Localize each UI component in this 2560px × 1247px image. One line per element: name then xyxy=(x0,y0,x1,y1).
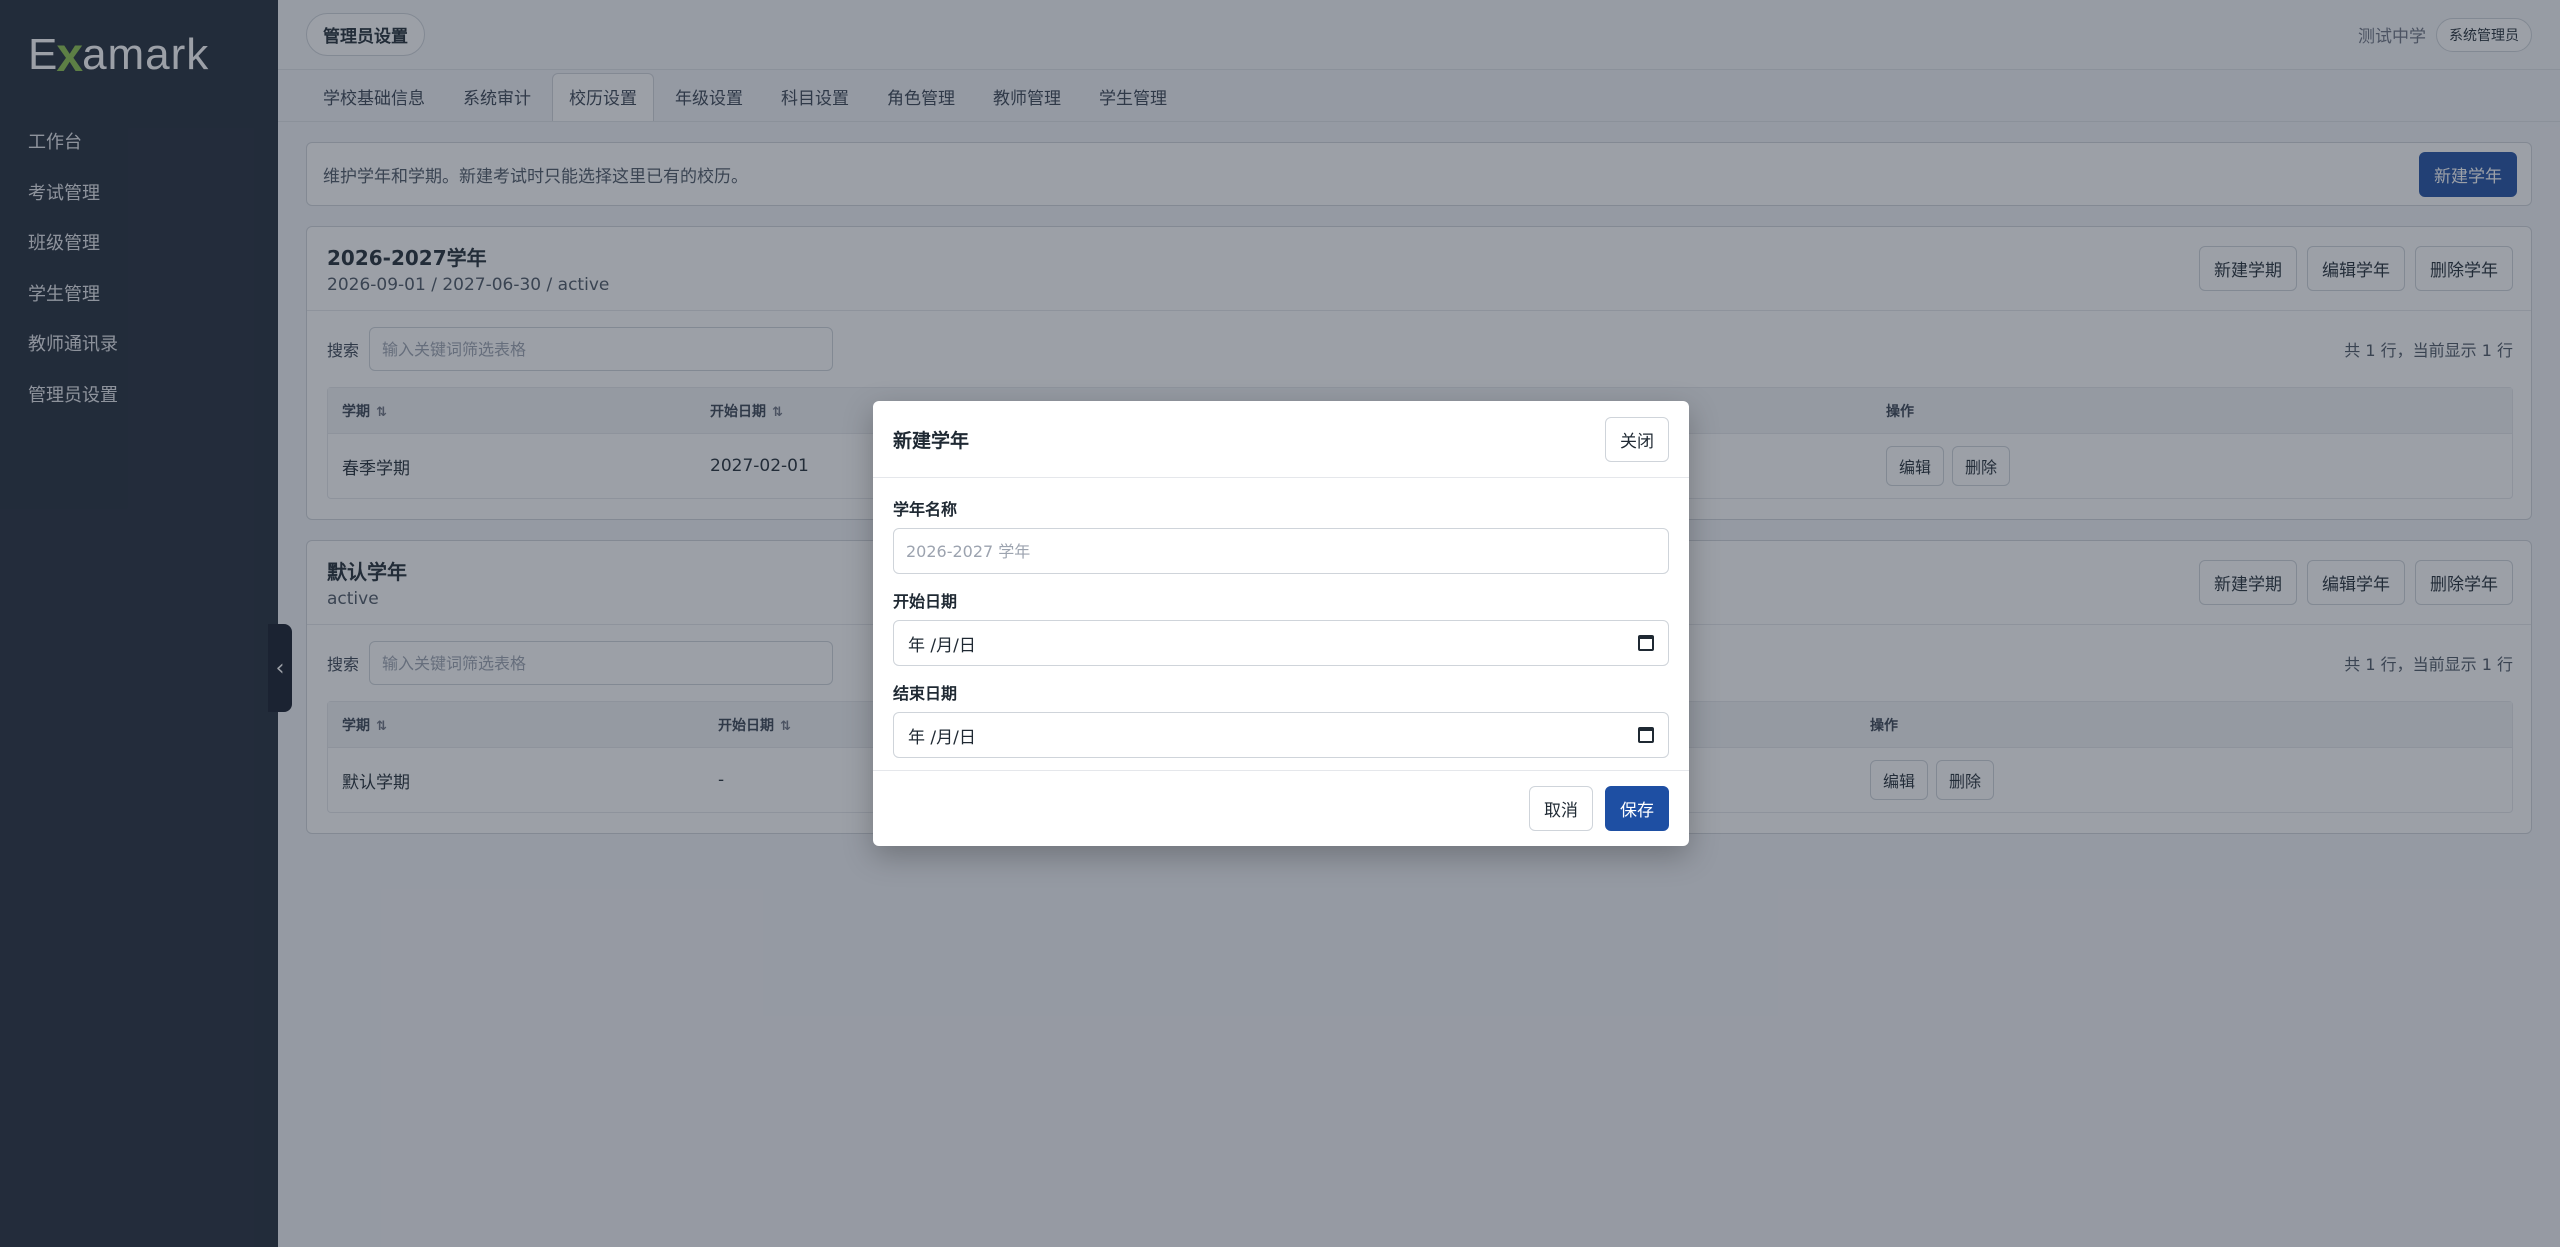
year-name-input[interactable] xyxy=(893,528,1669,574)
calendar-icon[interactable] xyxy=(1638,635,1654,651)
calendar-icon[interactable] xyxy=(1638,727,1654,743)
dialog-title: 新建学年 xyxy=(893,429,970,452)
dialog-footer: 取消 保存 xyxy=(873,770,1689,846)
end-date-input[interactable]: 年 /月/日 xyxy=(893,712,1669,758)
new-year-dialog: 新建学年 关闭 学年名称 开始日期 年 /月/日 结束日期 年 /月/日 取消 … xyxy=(873,401,1689,846)
end-date-label: 结束日期 xyxy=(893,684,958,703)
dialog-body: 学年名称 开始日期 年 /月/日 结束日期 年 /月/日 xyxy=(873,478,1689,758)
save-button[interactable]: 保存 xyxy=(1605,786,1669,831)
close-button[interactable]: 关闭 xyxy=(1605,416,1669,462)
start-date-value: 年 /月/日 xyxy=(908,635,976,656)
cancel-button[interactable]: 取消 xyxy=(1529,786,1593,831)
start-date-label: 开始日期 xyxy=(893,592,958,611)
end-date-value: 年 /月/日 xyxy=(908,727,976,748)
year-name-label: 学年名称 xyxy=(893,500,958,519)
start-date-input[interactable]: 年 /月/日 xyxy=(893,620,1669,666)
dialog-header: 新建学年 关闭 xyxy=(873,401,1689,478)
